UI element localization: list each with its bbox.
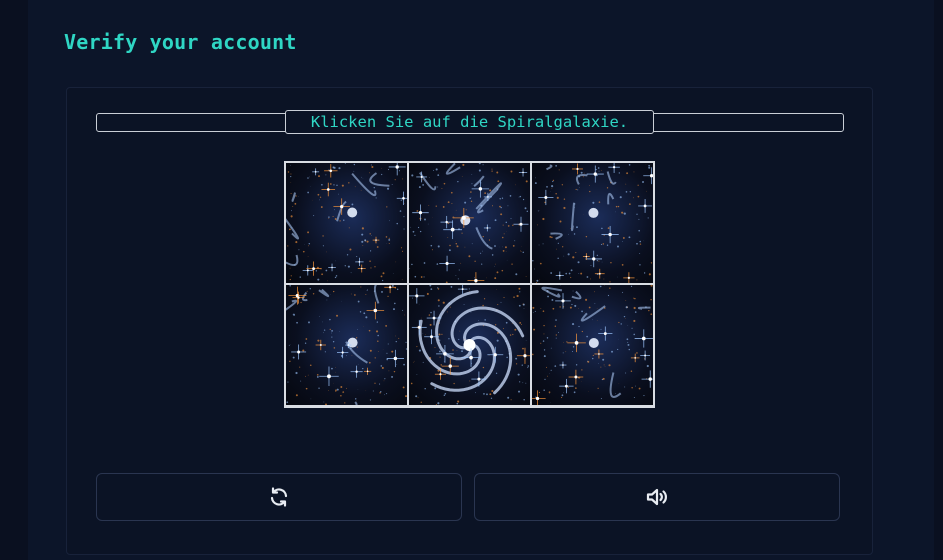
right-edge — [934, 0, 943, 560]
galaxy-tile-3[interactable] — [532, 163, 653, 283]
captcha-image-grid — [284, 161, 655, 408]
page: Verify your account Klicken Sie auf die … — [0, 0, 943, 560]
audio-challenge-button[interactable] — [474, 473, 840, 521]
refresh-icon — [270, 487, 288, 507]
galaxy-tile-2[interactable] — [409, 163, 530, 283]
refresh-button[interactable] — [96, 473, 462, 521]
captcha-instruction: Klicken Sie auf die Spiralgalaxie. — [285, 110, 654, 134]
galaxy-tile-1[interactable] — [286, 163, 407, 283]
galaxy-tile-4[interactable] — [286, 285, 407, 405]
page-title: Verify your account — [64, 30, 297, 54]
galaxy-tile-5[interactable] — [409, 285, 530, 405]
speaker-icon — [646, 488, 667, 506]
galaxy-tile-6[interactable] — [532, 285, 653, 405]
left-edge — [0, 0, 28, 560]
